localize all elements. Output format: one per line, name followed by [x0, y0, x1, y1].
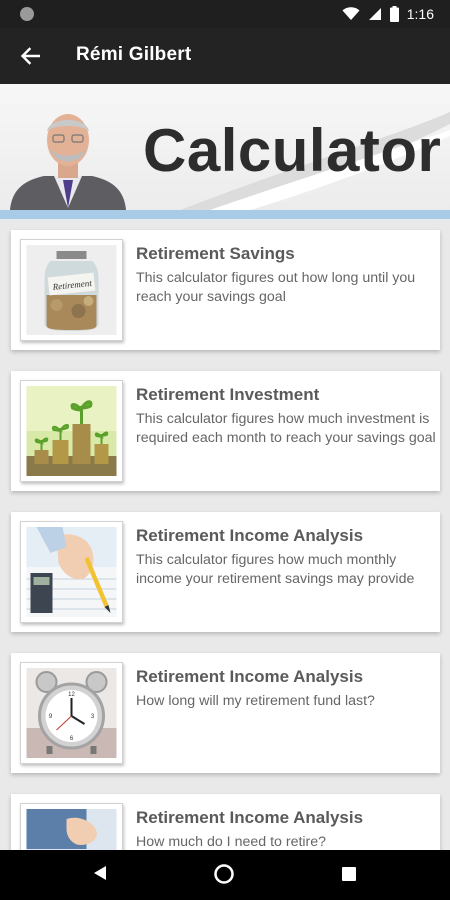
- card-description: How much do I need to retire?: [136, 834, 327, 850]
- header-banner: Calculator: [0, 84, 450, 210]
- advisor-portrait-image: [10, 114, 126, 210]
- card-thumbnail-frame: [20, 803, 123, 850]
- status-time: 1:16: [406, 6, 434, 22]
- banner-accent-line: [0, 210, 450, 219]
- calculator-card-retirement-need[interactable]: Retirement Income Analysis How much do I…: [11, 794, 440, 850]
- coin-stacks-plants-image: [26, 386, 117, 476]
- calculator-card-fund-duration[interactable]: 12 3 6 9 Retirement Income Analysis How lon…: [11, 653, 440, 773]
- arrow-left-icon: [20, 47, 40, 65]
- calculator-card-retirement-investment[interactable]: Retirement Investment This calculator fi…: [11, 371, 440, 491]
- hand-pencil-calculator-image: [26, 527, 117, 617]
- back-triangle-icon: [94, 866, 106, 880]
- nav-recents-button[interactable]: [342, 867, 356, 886]
- card-title: Retirement Investment: [136, 385, 320, 404]
- coin-jar-retirement-image: Retirement: [26, 245, 117, 335]
- signal-icon: [368, 8, 381, 20]
- navigation-bar: [0, 850, 450, 900]
- card-description: This calculator figures out how long unt…: [136, 270, 416, 305]
- card-thumbnail-frame: Retirement: [20, 239, 123, 341]
- card-thumbnail-frame: 12 3 6 9: [20, 662, 123, 764]
- back-button[interactable]: [12, 40, 48, 72]
- card-title: Retirement Income Analysis: [136, 808, 364, 827]
- svg-text:12: 12: [68, 692, 75, 698]
- notification-dot-icon: [20, 7, 34, 21]
- status-icons: 1:16: [342, 4, 434, 24]
- banner-title: Calculator: [143, 117, 442, 184]
- alarm-clock-image: 12369: [26, 668, 117, 758]
- recents-square-icon: [342, 867, 356, 881]
- calculator-card-retirement-savings[interactable]: Retirement Retirement Savings This calcu…: [11, 230, 440, 350]
- card-thumbnail-frame: [20, 521, 123, 623]
- card-description: This calculator figures how much monthly…: [136, 552, 415, 587]
- card-thumbnail-frame: [20, 380, 123, 482]
- calculator-card-retirement-income-analysis[interactable]: Retirement Income Analysis This calculat…: [11, 512, 440, 632]
- home-circle-icon: [214, 864, 234, 884]
- card-description: How long will my retirement fund last?: [136, 693, 375, 709]
- nav-back-button[interactable]: [93, 865, 107, 886]
- nav-home-button[interactable]: [214, 864, 234, 889]
- card-title: Retirement Income Analysis: [136, 526, 364, 545]
- wifi-icon: [342, 7, 360, 20]
- battery-icon: [389, 6, 399, 22]
- hand-pen-image: [26, 809, 117, 850]
- card-title: Retirement Income Analysis: [136, 667, 364, 686]
- card-description: This calculator figures how much investm…: [136, 411, 436, 446]
- calculator-list[interactable]: Retirement Retirement Savings This calcu…: [0, 219, 450, 850]
- card-title: Retirement Savings: [136, 244, 295, 263]
- status-bar: 1:16: [0, 0, 450, 28]
- app-bar: Rémi Gilbert: [0, 28, 450, 84]
- app-title: Rémi Gilbert: [76, 44, 192, 65]
